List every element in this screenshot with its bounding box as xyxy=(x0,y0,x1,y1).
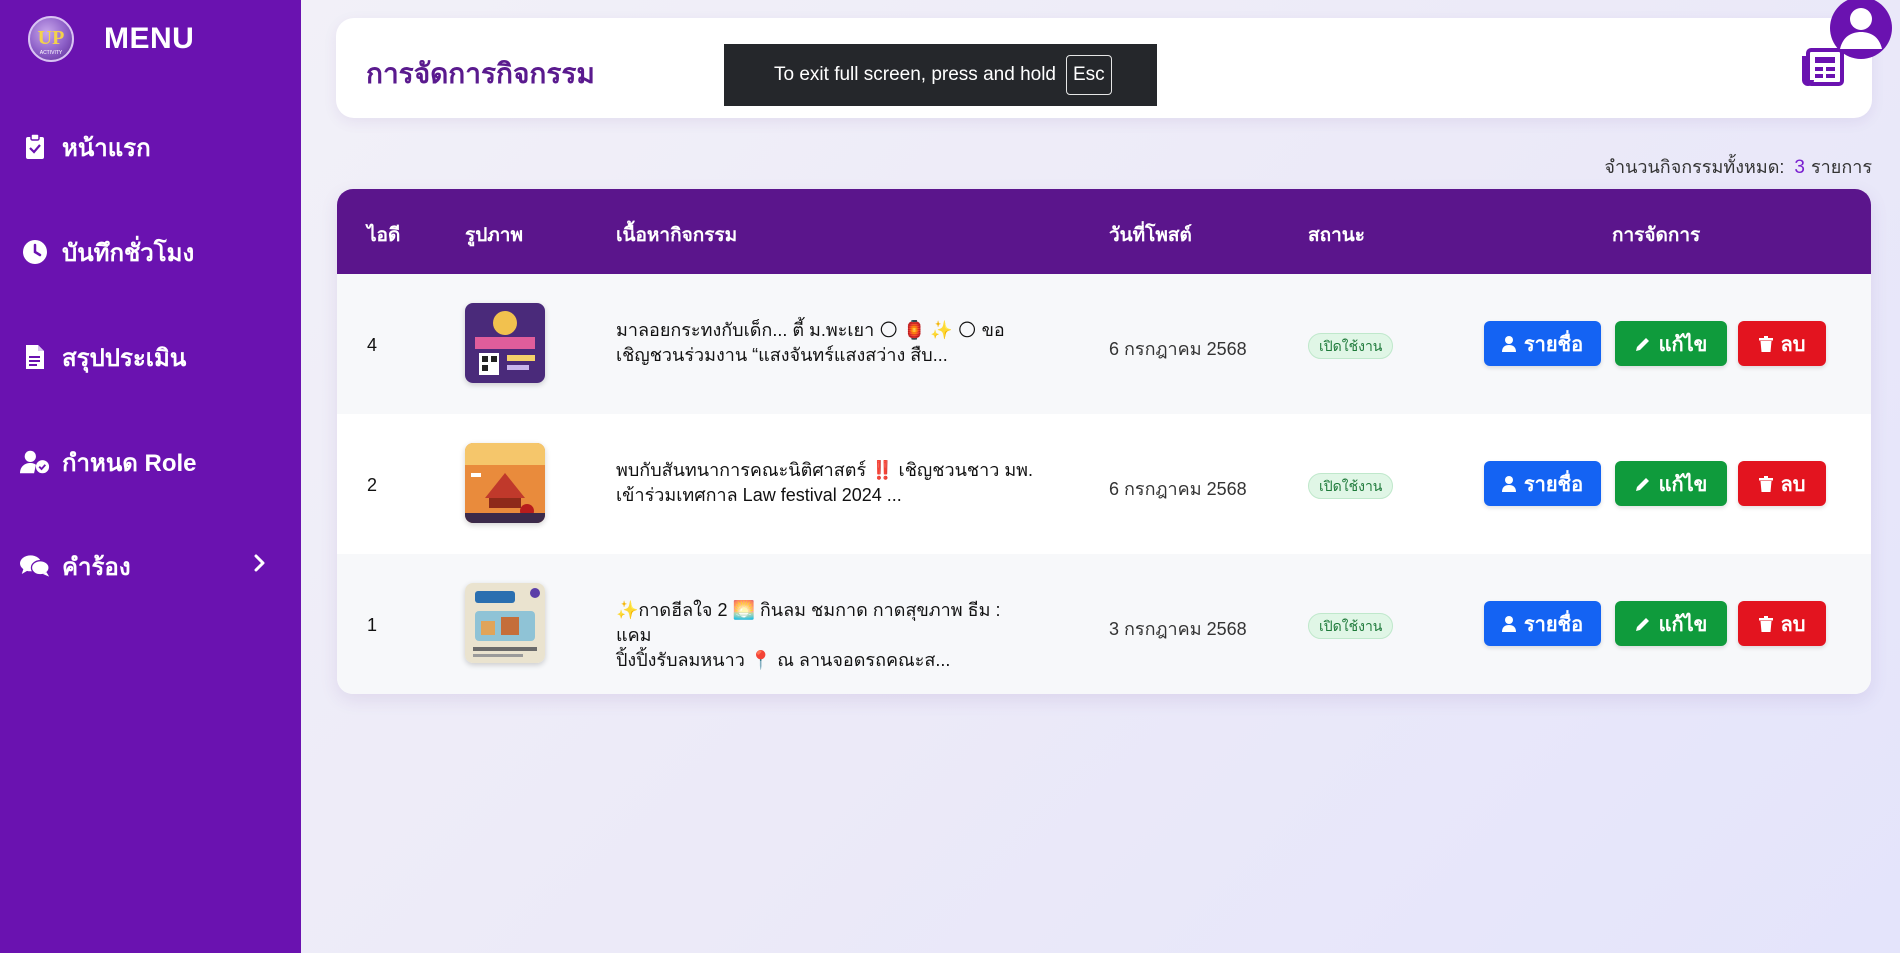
clipboard-icon xyxy=(20,132,50,162)
status-badge: เปิดใช้งาน xyxy=(1308,473,1394,499)
content-line: เชิญชวนร่วมงาน “แสงจันทร์แสงสว่าง สืบ... xyxy=(616,345,948,365)
content-line: มาลอยกระทงกับเด็ก... ตี้ ม.พะเยา 🌕 🏮 ✨ 🌕… xyxy=(616,320,1005,340)
table-header: ไอดี รูปภาพ เนื้อหากิจกรรม วันที่โพสต์ ส… xyxy=(337,189,1871,274)
sidebar-item-label: บันทึกชั่วโมง xyxy=(62,239,195,267)
row-id: 2 xyxy=(367,475,378,495)
user-icon xyxy=(1501,335,1516,352)
chevron-right-icon[interactable] xyxy=(254,554,266,577)
trash-icon xyxy=(1758,475,1773,492)
activity-count: จำนวนกิจกรรมทั้งหมด: 3 รายการ xyxy=(1604,152,1872,181)
column-header-content: เนื้อหากิจกรรม xyxy=(616,225,738,246)
activity-table: ไอดี รูปภาพ เนื้อหากิจกรรม วันที่โพสต์ ส… xyxy=(337,189,1871,694)
sidebar-item-hours[interactable]: บันทึกชั่วโมง xyxy=(20,222,280,282)
button-label: ลบ xyxy=(1780,473,1806,496)
row-id: 4 xyxy=(367,335,378,355)
row-id: 1 xyxy=(367,615,378,635)
svg-text:ACTIVITY: ACTIVITY xyxy=(40,50,63,56)
edit-button[interactable]: แก้ไข xyxy=(1615,321,1727,366)
sidebar-item-home[interactable]: หน้าแรก xyxy=(20,117,280,177)
fullscreen-toast: To exit full screen, press and hold Esc xyxy=(724,44,1157,106)
sidebar-item-label: หน้าแรก xyxy=(62,134,151,162)
column-header-image: รูปภาพ xyxy=(465,225,523,246)
button-label: ลบ xyxy=(1780,613,1806,636)
newspaper-icon[interactable] xyxy=(1802,48,1844,91)
participant-list-button[interactable]: รายชื่อ xyxy=(1484,321,1601,366)
sidebar-item-requests[interactable]: คำร้อง xyxy=(20,536,280,596)
page-title: การจัดการกิจกรรม xyxy=(366,58,595,89)
activity-thumbnail[interactable] xyxy=(465,443,545,523)
trash-icon xyxy=(1758,335,1773,352)
pencil-icon xyxy=(1635,337,1649,351)
table-row: 4 มาลอยกระทงกับเด็ก... ตี้ ม.พะเยา 🌕 🏮 ✨… xyxy=(337,274,1871,414)
sidebar-item-label: กำหนด Role xyxy=(62,449,197,477)
activity-content: พบกับสันทนาการคณะนิติศาสตร์ ‼️ เชิญชวนชา… xyxy=(616,458,1036,508)
brand: UP ACTIVITY MENU xyxy=(28,16,194,62)
delete-button[interactable]: ลบ xyxy=(1738,461,1826,506)
column-header-date: วันที่โพสต์ xyxy=(1109,225,1192,246)
esc-key: Esc xyxy=(1066,55,1112,95)
sidebar-item-role[interactable]: กำหนด Role xyxy=(20,432,280,492)
content-line: พบกับสันทนาการคณะนิติศาสตร์ ‼️ เชิญชวนชา… xyxy=(616,460,1034,480)
button-label: รายชื่อ xyxy=(1523,333,1584,356)
content-line: เข้าร่วมเทศกาล Law festival 2024 ... xyxy=(616,485,902,505)
button-label: แก้ไข xyxy=(1658,613,1708,636)
count-label: จำนวนกิจกรรมทั้งหมด: xyxy=(1604,157,1785,177)
column-header-id: ไอดี xyxy=(367,225,401,246)
delete-button[interactable]: ลบ xyxy=(1738,601,1826,646)
activity-content: ✨กาดฮีลใจ 2 🌅 กินลม ชมกาด กาดสุขภาพ ธีม … xyxy=(616,598,1036,673)
sidebar-item-label: คำร้อง xyxy=(62,553,131,581)
table-row: 1 ✨กาดฮีลใจ 2 🌅 กินลม ชมกาด กาดสุขภาพ ธี… xyxy=(337,554,1871,694)
user-avatar-icon[interactable] xyxy=(1830,0,1892,59)
post-date: 3 กรกฎาคม 2568 xyxy=(1109,619,1247,639)
pencil-icon xyxy=(1635,617,1649,631)
column-header-actions: การจัดการ xyxy=(1612,225,1701,246)
button-label: แก้ไข xyxy=(1658,333,1708,356)
chat-icon xyxy=(20,551,50,581)
participant-list-button[interactable]: รายชื่อ xyxy=(1484,461,1601,506)
sidebar-item-label: สรุปประเมิน xyxy=(62,344,187,372)
delete-button[interactable]: ลบ xyxy=(1738,321,1826,366)
button-label: ลบ xyxy=(1780,333,1806,356)
sidebar: UP ACTIVITY MENU หน้าแรก บันทึกชั่วโมง ส… xyxy=(0,0,301,953)
pencil-icon xyxy=(1635,477,1649,491)
post-date: 6 กรกฎาคม 2568 xyxy=(1109,479,1247,499)
content-line: ✨กาดฮีลใจ 2 🌅 กินลม ชมกาด กาดสุขภาพ ธีม … xyxy=(616,600,1001,645)
count-unit: รายการ xyxy=(1811,157,1872,177)
button-label: รายชื่อ xyxy=(1523,613,1584,636)
activity-thumbnail[interactable] xyxy=(465,303,545,383)
edit-button[interactable]: แก้ไข xyxy=(1615,461,1727,506)
edit-button[interactable]: แก้ไข xyxy=(1615,601,1727,646)
content-line: ปิ้งปิ้งรับลมหนาว 📍 ณ ลานจอดรถคณะส... xyxy=(616,650,951,670)
svg-text:UP: UP xyxy=(38,27,65,49)
trash-icon xyxy=(1758,615,1773,632)
sidebar-item-summary[interactable]: สรุปประเมิน xyxy=(20,327,280,387)
user-check-icon xyxy=(20,447,50,477)
table-row: 2 พบกับสันทนาการคณะนิติศาสตร์ ‼️ เชิญชวน… xyxy=(337,414,1871,554)
user-icon xyxy=(1501,475,1516,492)
count-value: 3 xyxy=(1794,157,1805,178)
status-badge: เปิดใช้งาน xyxy=(1308,613,1394,639)
clock-icon xyxy=(20,237,50,267)
status-badge: เปิดใช้งาน xyxy=(1308,333,1394,359)
button-label: แก้ไข xyxy=(1658,473,1708,496)
post-date: 6 กรกฎาคม 2568 xyxy=(1109,339,1247,359)
app-logo: UP ACTIVITY xyxy=(28,16,74,62)
activity-thumbnail[interactable] xyxy=(465,583,545,663)
column-header-status: สถานะ xyxy=(1308,225,1365,246)
button-label: รายชื่อ xyxy=(1523,473,1584,496)
fullscreen-toast-text: To exit full screen, press and hold xyxy=(774,64,1056,85)
document-icon xyxy=(20,342,50,372)
menu-title: MENU xyxy=(104,22,195,55)
participant-list-button[interactable]: รายชื่อ xyxy=(1484,601,1601,646)
activity-content: มาลอยกระทงกับเด็ก... ตี้ ม.พะเยา 🌕 🏮 ✨ 🌕… xyxy=(616,318,1036,368)
user-icon xyxy=(1501,615,1516,632)
